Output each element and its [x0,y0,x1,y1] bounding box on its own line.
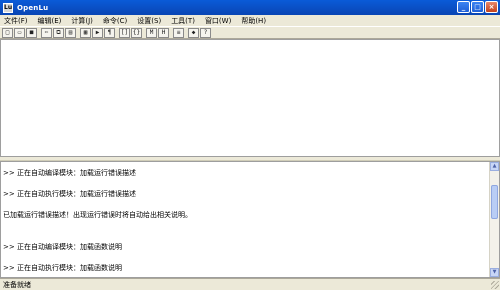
bracket-icon[interactable]: [] [119,27,130,38]
app-icon: Lu [3,2,13,13]
menu-settings[interactable]: 设置(S) [137,16,161,26]
new-file-icon[interactable]: □ [2,27,13,38]
copy-icon[interactable]: ⧉ [53,27,64,38]
menu-file[interactable]: 文件(F) [4,16,28,26]
output-line: >> 正在自动编译模块：加载运行错误描述 [3,169,136,177]
output-pane[interactable]: >> 正在自动编译模块：加载运行错误描述 >> 正在自动执行模块：加载运行错误描… [0,161,500,278]
tool-icon[interactable]: ◆ [188,27,199,38]
debug-icon[interactable]: ¶ [104,27,115,38]
menu-tools[interactable]: 工具(T) [171,16,195,26]
output-line: >> 正在自动执行模块：加载运行错误描述 [3,190,136,198]
maximize-button[interactable]: □ [471,1,484,13]
toolbar: □ ▭ ■ ✂ ⧉ ▤ ▦ ▶ ¶ [] {} M H ≡ ◆ ? [0,26,500,39]
help-icon[interactable]: ? [200,27,211,38]
resize-grip-icon[interactable] [491,281,499,289]
scroll-down-icon[interactable]: ▼ [490,268,499,277]
save-icon[interactable]: ■ [26,27,37,38]
output-lines: >> 正在自动编译模块：加载运行错误描述 >> 正在自动执行模块：加载运行错误描… [3,168,489,273]
window-title: OpenLu [17,3,49,12]
cut-icon[interactable]: ✂ [41,27,52,38]
output-scrollbar[interactable]: ▲ ▼ [489,162,499,277]
output-line: 已加载运行错误描述！出现运行错误时将自动给出相关说明。 [3,211,192,219]
editor-pane[interactable] [0,39,500,157]
paste-icon[interactable]: ▤ [65,27,76,38]
brace-icon[interactable]: {} [131,27,142,38]
title-bar: Lu OpenLu _ □ × [0,0,500,15]
menu-bar: 文件(F) 编辑(E) 计算(J) 命令(C) 设置(S) 工具(T) 窗口(W… [0,15,500,26]
status-bar: 准备就绪 [0,278,500,290]
scroll-up-icon[interactable]: ▲ [490,162,499,171]
output-line: >> 正在自动编译模块：加载函数说明 [3,242,122,251]
scroll-thumb[interactable] [491,185,498,219]
compile-icon[interactable]: ▦ [80,27,91,38]
status-text: 准备就绪 [3,280,31,289]
output-line: >> 正在自动执行模块：加载函数说明 [3,263,122,272]
list-icon[interactable]: ≡ [173,27,184,38]
menu-window[interactable]: 窗口(W) [205,16,231,26]
run-icon[interactable]: ▶ [92,27,103,38]
menu-compute[interactable]: 计算(J) [71,16,93,26]
menu-help[interactable]: 帮助(H) [241,16,266,26]
menu-command[interactable]: 命令(C) [103,16,127,26]
function-m-icon[interactable]: M [146,27,157,38]
menu-edit[interactable]: 编辑(E) [38,16,62,26]
function-h-icon[interactable]: H [158,27,169,38]
minimize-button[interactable]: _ [457,1,470,13]
window-controls: _ □ × [457,1,498,13]
open-folder-icon[interactable]: ▭ [14,27,25,38]
close-button[interactable]: × [485,1,498,13]
